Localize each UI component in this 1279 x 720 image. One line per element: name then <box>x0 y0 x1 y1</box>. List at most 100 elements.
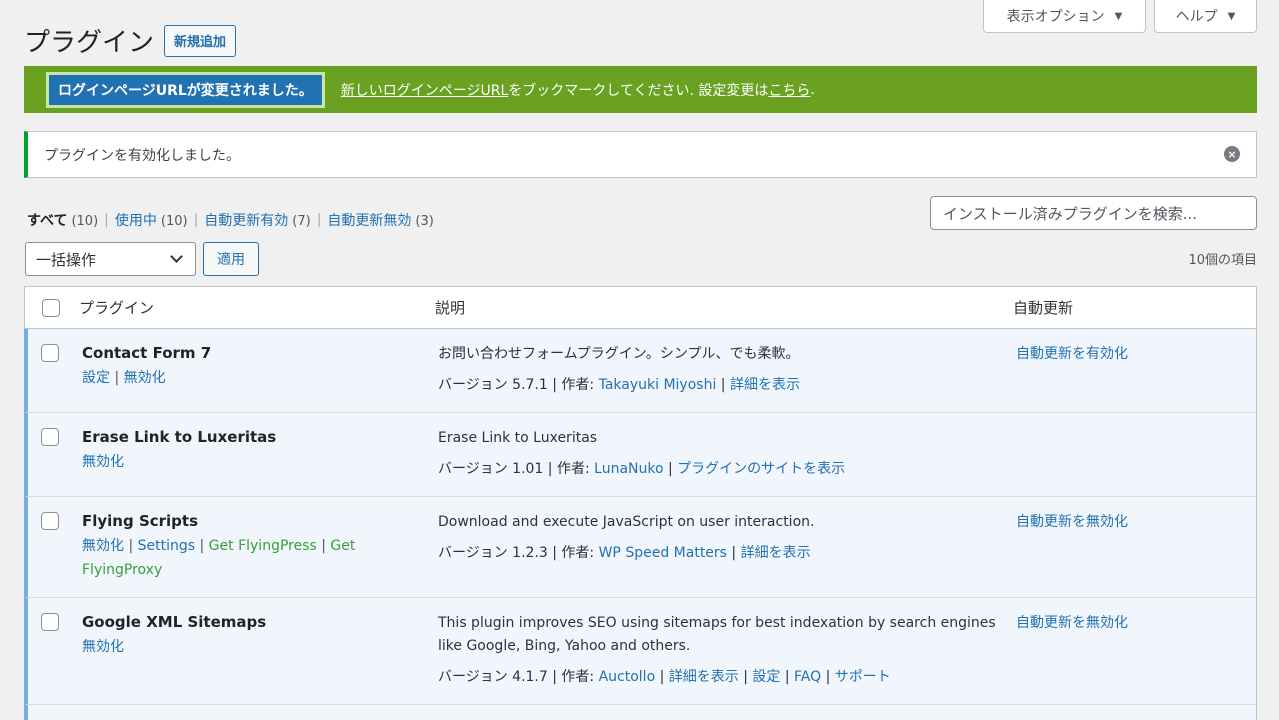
plugin-status-filters: すべて (10) | 使用中 (10) | 自動更新有効 (7) | 自動更新無… <box>27 210 434 230</box>
row-checkbox[interactable] <box>41 613 59 631</box>
filter-count: (10) <box>160 214 188 229</box>
column-header-plugin: プラグイン <box>79 299 155 317</box>
triangle-down-icon: ▼ <box>1227 10 1236 22</box>
column-header-description: 説明 <box>435 299 466 317</box>
login-notice-period: . <box>810 81 815 98</box>
row-checkbox[interactable] <box>41 344 59 362</box>
search-placeholder: インストール済みプラグインを検索... <box>943 204 1198 223</box>
author-link[interactable]: Auctollo <box>599 669 656 685</box>
row-actions: 無効化 | Settings | Get FlyingPress | Get F… <box>82 538 356 578</box>
deactivate-link[interactable]: 無効化 <box>124 370 166 386</box>
author-label: 作者: <box>561 545 595 561</box>
plugin-name: Google XML Sitemaps <box>82 613 267 631</box>
plugin-description: Erase Link to Luxeritas <box>438 430 598 446</box>
select-all-checkbox[interactable] <box>42 298 60 317</box>
plugin-description: お問い合わせフォームプラグイン。シンプル、でも柔軟。 <box>438 346 800 362</box>
plugin-name: Erase Link to Luxeritas <box>82 428 277 446</box>
table-header: プラグイン 説明 自動更新 <box>25 287 1256 329</box>
author-label: 作者: <box>561 669 595 685</box>
table-row: Contact Form 7 設定 | 無効化 お問い合わせフォームプラグイン。… <box>24 329 1256 413</box>
author-link[interactable]: LunaNuko <box>594 461 663 477</box>
filter-count: (10) <box>71 214 99 229</box>
bulk-action-selected: 一括操作 <box>36 250 97 269</box>
notice-text: プラグインを有効化しました。 <box>44 147 240 164</box>
filter-label: 自動更新有効 <box>204 213 289 229</box>
login-url-changed-badge: ログインページURLが変更されました。 <box>46 71 325 108</box>
filter-auto-update-disabled[interactable]: 自動更新無効 (3) <box>327 210 433 230</box>
row-actions: 無効化 <box>82 450 362 474</box>
plugin-description: This plugin improves SEO using sitemaps … <box>438 615 996 654</box>
plugin-activated-notice: プラグインを有効化しました。 × <box>24 131 1257 178</box>
items-count: 10個の項目 <box>1188 253 1257 268</box>
plugin-meta: バージョン 1.01 | 作者: LunaNuko | プラグインのサイトを表示 <box>438 461 846 477</box>
settings-here-link[interactable]: こちら <box>768 80 810 100</box>
settings-link[interactable]: 設定 <box>752 669 780 685</box>
plugin-version: バージョン 1.2.3 <box>438 545 548 561</box>
screen-options-label: 表示オプション <box>1006 9 1105 25</box>
filter-separator: | <box>193 212 199 228</box>
view-details-link[interactable]: 詳細を表示 <box>669 669 739 685</box>
plugin-description: Download and execute JavaScript on user … <box>438 514 815 530</box>
faq-link[interactable]: FAQ <box>794 669 821 685</box>
deactivate-link[interactable]: 無効化 <box>82 639 124 655</box>
plugin-search-input[interactable]: インストール済みプラグインを検索... <box>930 196 1257 230</box>
apply-button[interactable]: 適用 <box>203 242 259 276</box>
get-flyingpress-link[interactable]: Get FlyingPress <box>209 538 317 554</box>
plugin-name: Contact Form 7 <box>82 344 212 362</box>
help-tab[interactable]: ヘルプ ▼ <box>1154 0 1257 33</box>
settings-link[interactable]: Settings <box>138 538 195 554</box>
filter-label: すべて <box>27 213 68 229</box>
support-link[interactable]: サポート <box>835 669 891 685</box>
dismiss-icon[interactable]: × <box>1224 146 1240 162</box>
plugin-version: バージョン 4.1.7 <box>438 669 548 685</box>
filter-count: (7) <box>292 214 311 229</box>
plugin-site-link[interactable]: プラグインのサイトを表示 <box>677 461 845 477</box>
filter-auto-update-enabled[interactable]: 自動更新有効 (7) <box>204 210 310 230</box>
login-notice-text: をブックマークしてください. 設定変更は <box>508 82 769 99</box>
view-details-link[interactable]: 詳細を表示 <box>730 377 800 393</box>
plugin-meta: バージョン 5.7.1 | 作者: Takayuki Miyoshi | 詳細を… <box>438 377 800 393</box>
row-actions: 無効化 <box>82 635 362 659</box>
table-row <box>24 705 1256 720</box>
filter-separator: | <box>316 212 322 228</box>
triangle-down-icon: ▼ <box>1114 10 1123 22</box>
new-login-url-link[interactable]: 新しいログインページURL <box>341 80 509 100</box>
settings-link[interactable]: 設定 <box>82 370 110 386</box>
login-url-notice: ログインページURLが変更されました。 新しいログインページURL をブックマー… <box>24 66 1257 113</box>
plugin-version: バージョン 5.7.1 <box>438 377 548 393</box>
plugins-table: プラグイン 説明 自動更新 Contact Form 7 設定 | 無効化 お問… <box>24 286 1257 720</box>
plugin-meta: バージョン 1.2.3 | 作者: WP Speed Matters | 詳細を… <box>438 545 811 561</box>
plugin-version: バージョン 1.01 <box>438 461 544 477</box>
author-label: 作者: <box>556 461 590 477</box>
table-row: Flying Scripts 無効化 | Settings | Get Flyi… <box>24 497 1256 598</box>
table-row: Google XML Sitemaps 無効化 This plugin impr… <box>24 598 1256 705</box>
filter-label: 自動更新無効 <box>327 213 412 229</box>
row-checkbox[interactable] <box>41 428 59 446</box>
deactivate-link[interactable]: 無効化 <box>82 454 124 470</box>
bulk-action-select[interactable]: 一括操作 <box>25 242 196 276</box>
auto-update-toggle-link[interactable]: 自動更新を無効化 <box>1016 615 1128 631</box>
table-row: Erase Link to Luxeritas 無効化 Erase Link t… <box>24 413 1256 497</box>
view-details-link[interactable]: 詳細を表示 <box>741 545 811 561</box>
plugin-meta: バージョン 4.1.7 | 作者: Auctollo | 詳細を表示 | 設定 … <box>438 669 891 685</box>
author-label: 作者: <box>561 377 595 393</box>
add-new-button[interactable]: 新規追加 <box>164 24 237 57</box>
screen-options-tab[interactable]: 表示オプション ▼ <box>983 0 1146 33</box>
page-title: プラグイン <box>24 28 155 58</box>
row-actions: 設定 | 無効化 <box>82 370 166 386</box>
column-header-auto-update: 自動更新 <box>1013 299 1074 317</box>
help-label: ヘルプ <box>1175 9 1218 25</box>
plugin-name: Flying Scripts <box>82 512 199 530</box>
filter-label: 使用中 <box>114 213 157 229</box>
author-link[interactable]: Takayuki Miyoshi <box>599 377 717 393</box>
chevron-down-icon <box>170 250 183 263</box>
auto-update-toggle-link[interactable]: 自動更新を無効化 <box>1016 514 1128 530</box>
auto-update-toggle-link[interactable]: 自動更新を有効化 <box>1016 346 1128 362</box>
filter-all[interactable]: すべて (10) <box>27 210 98 230</box>
row-checkbox[interactable] <box>41 512 59 530</box>
deactivate-link[interactable]: 無効化 <box>82 538 124 554</box>
filter-count: (3) <box>415 214 434 229</box>
filter-active[interactable]: 使用中 (10) <box>115 210 188 230</box>
author-link[interactable]: WP Speed Matters <box>599 545 727 561</box>
page-header: プラグイン 新規追加 <box>24 22 237 59</box>
